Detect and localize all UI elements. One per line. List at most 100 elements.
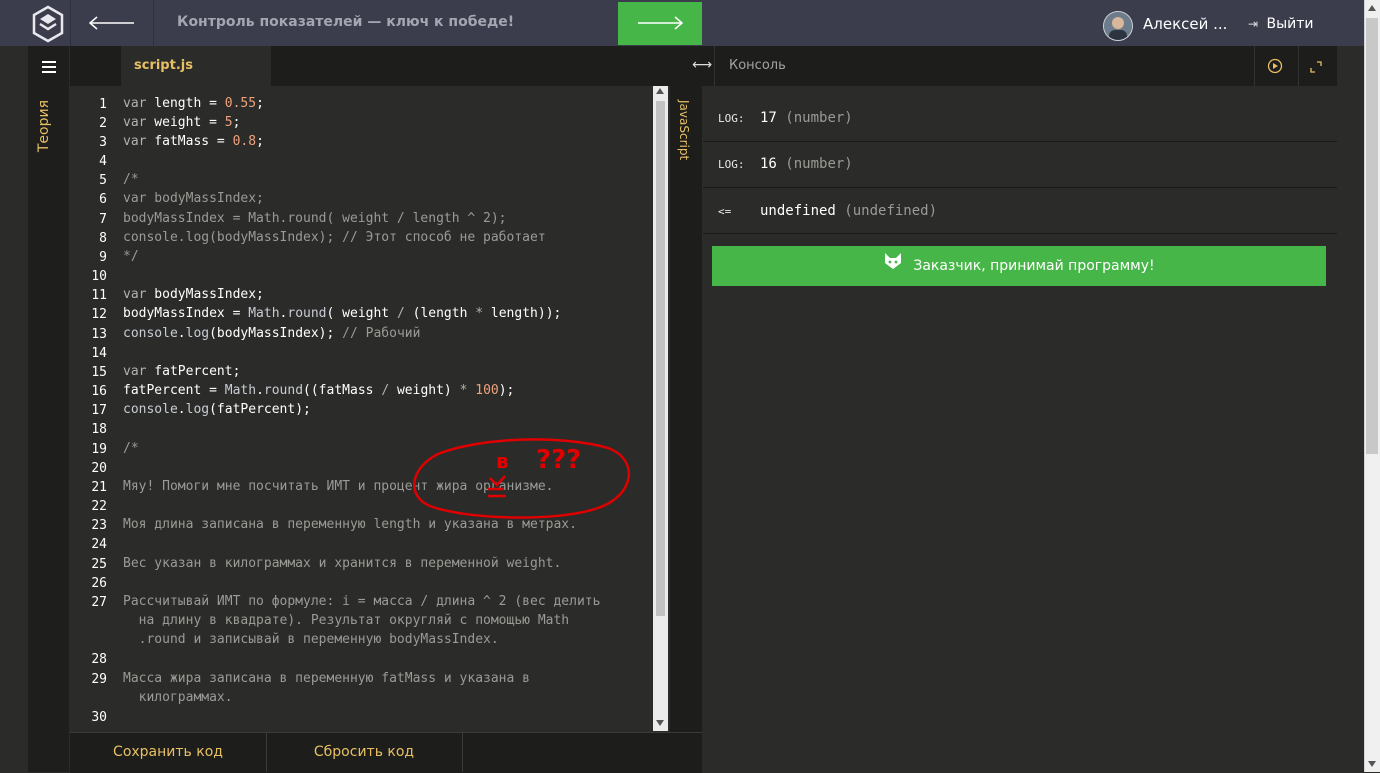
log-type: (undefined) bbox=[844, 203, 938, 219]
operator: / bbox=[381, 383, 390, 398]
expand-icon[interactable] bbox=[1309, 59, 1323, 78]
code-text: weight) bbox=[389, 383, 460, 398]
code-line[interactable]: var length = 0.55; bbox=[123, 96, 264, 111]
scroll-down-icon[interactable] bbox=[656, 720, 664, 726]
line-number: 30 bbox=[91, 710, 107, 725]
code-comment[interactable]: Рассчитывай ИМТ по формуле: i = масса / … bbox=[123, 594, 600, 609]
code-text: ; bbox=[232, 115, 241, 130]
code-comment[interactable]: /* bbox=[123, 441, 139, 456]
code-line[interactable]: var fatMass = 0.8; bbox=[123, 134, 264, 149]
line-number: 23 bbox=[91, 518, 107, 533]
line-number: 15 bbox=[91, 365, 107, 380]
scroll-up-icon[interactable] bbox=[656, 88, 664, 94]
code-text: fatMass = bbox=[146, 134, 233, 149]
code-comment[interactable]: на длину в квадрате). Результат округляй… bbox=[123, 613, 569, 628]
user-name[interactable]: Алексей ... bbox=[1143, 15, 1227, 33]
divider bbox=[1298, 46, 1299, 86]
annotation-letter: в bbox=[496, 449, 509, 473]
keyword: var bbox=[123, 134, 147, 149]
line-number: 2 bbox=[99, 116, 107, 131]
save-code-button[interactable]: Сохранить код bbox=[70, 732, 266, 772]
code-line[interactable]: var bodyMassIndex; bbox=[123, 287, 264, 302]
keyword: var bbox=[123, 115, 147, 130]
code-text: (length bbox=[404, 306, 476, 321]
operator: / bbox=[396, 306, 405, 321]
code-line[interactable]: console.log(fatPercent); bbox=[123, 402, 311, 417]
code-comment[interactable]: console.log(bodyMassIndex); // Этот спос… bbox=[123, 230, 546, 245]
keyword: var bbox=[123, 96, 147, 111]
scroll-down-icon[interactable] bbox=[1368, 761, 1376, 767]
editor-scrollbar-thumb[interactable] bbox=[656, 101, 665, 616]
code-comment: // Рабочий bbox=[342, 326, 421, 341]
line-number: 6 bbox=[99, 192, 107, 207]
language-label[interactable]: JavaScript bbox=[677, 100, 691, 160]
line-number: 7 bbox=[99, 212, 107, 227]
log-value: 17 (number) bbox=[760, 110, 853, 126]
page-scrollbar-thumb[interactable] bbox=[1366, 18, 1378, 454]
code-comment[interactable]: /* bbox=[123, 172, 139, 187]
code-comment[interactable]: var bodyMassIndex; bbox=[123, 191, 264, 206]
run-icon[interactable] bbox=[1267, 58, 1283, 78]
number-literal: 0.8 bbox=[232, 134, 257, 149]
code-line[interactable]: var fatPercent; bbox=[123, 364, 240, 379]
code-text: length = bbox=[146, 96, 225, 111]
builtin: log bbox=[185, 402, 210, 417]
return-tag: <= bbox=[718, 205, 732, 218]
logout-button[interactable]: ⇥ Выйти bbox=[1248, 16, 1314, 32]
scroll-up-icon[interactable] bbox=[1368, 5, 1376, 11]
log-type: (number) bbox=[785, 156, 853, 172]
forward-arrow-icon bbox=[638, 16, 684, 30]
code-comment[interactable]: килограммах. bbox=[123, 690, 233, 705]
keyword: var bbox=[123, 364, 147, 379]
builtin: round bbox=[263, 383, 304, 398]
logo-icon[interactable] bbox=[28, 4, 68, 44]
code-line[interactable]: fatPercent = Math.round((fatMass / weigh… bbox=[123, 383, 514, 398]
builtin: log bbox=[185, 326, 210, 341]
line-number: 29 bbox=[91, 672, 107, 687]
code-text: fatPercent = bbox=[123, 383, 225, 398]
code-line[interactable]: console.log(bodyMassIndex); // Рабочий bbox=[123, 326, 420, 341]
line-number: 24 bbox=[91, 537, 107, 552]
menu-icon[interactable] bbox=[42, 58, 56, 77]
log-value-text: 17 bbox=[760, 110, 777, 126]
log-value: 16 (number) bbox=[760, 156, 853, 172]
reset-code-button[interactable]: Сбросить код bbox=[266, 732, 462, 772]
number-literal: 5 bbox=[224, 115, 233, 130]
line-number: 17 bbox=[91, 403, 107, 418]
divider bbox=[70, 0, 71, 46]
code-text: ); bbox=[498, 383, 515, 398]
code-line[interactable]: bodyMassIndex = Math.round( weight / (le… bbox=[123, 306, 561, 321]
back-arrow-icon[interactable] bbox=[86, 10, 138, 36]
divider bbox=[714, 46, 715, 86]
code-line[interactable]: var weight = 5; bbox=[123, 115, 240, 130]
avatar[interactable] bbox=[1103, 11, 1133, 41]
line-number: 28 bbox=[91, 652, 107, 667]
red-annotation: в ??? bbox=[413, 438, 631, 519]
logout-label: Выйти bbox=[1266, 16, 1314, 32]
resize-icon[interactable]: ⟷ bbox=[692, 57, 712, 73]
code-comment[interactable]: Вес указан в килограммах и хранится в пе… bbox=[123, 556, 561, 571]
submit-label: Заказчик, принимай программу! bbox=[913, 258, 1155, 274]
line-number: 27 bbox=[91, 595, 107, 610]
line-number: 12 bbox=[91, 307, 107, 322]
theory-sidebar bbox=[28, 46, 69, 772]
builtin: console bbox=[123, 402, 178, 417]
builtin: Math bbox=[248, 306, 280, 321]
divider bbox=[462, 732, 463, 772]
code-text: . bbox=[177, 402, 186, 417]
builtin: console bbox=[123, 326, 178, 341]
next-button[interactable] bbox=[618, 2, 702, 45]
code-comment[interactable]: Масса жира записана в переменную fatMass… bbox=[123, 671, 530, 686]
code-comment[interactable]: */ bbox=[123, 249, 139, 264]
code-comment[interactable]: .round и записывай в переменную bodyMass… bbox=[123, 632, 499, 647]
divider bbox=[1254, 46, 1255, 86]
code-comment[interactable]: bodyMassIndex = Math.round( weight / len… bbox=[123, 211, 507, 226]
tab-script-js[interactable]: script.js bbox=[121, 46, 271, 86]
code-text: ( weight bbox=[326, 306, 397, 321]
submit-program-button[interactable]: Заказчик, принимай программу! bbox=[712, 246, 1326, 286]
line-number: 1 bbox=[99, 97, 107, 112]
line-number: 21 bbox=[91, 480, 107, 495]
theory-tab[interactable]: Теория bbox=[36, 100, 52, 152]
log-tag: LOG: bbox=[718, 158, 745, 171]
code-text: ; bbox=[256, 96, 264, 111]
